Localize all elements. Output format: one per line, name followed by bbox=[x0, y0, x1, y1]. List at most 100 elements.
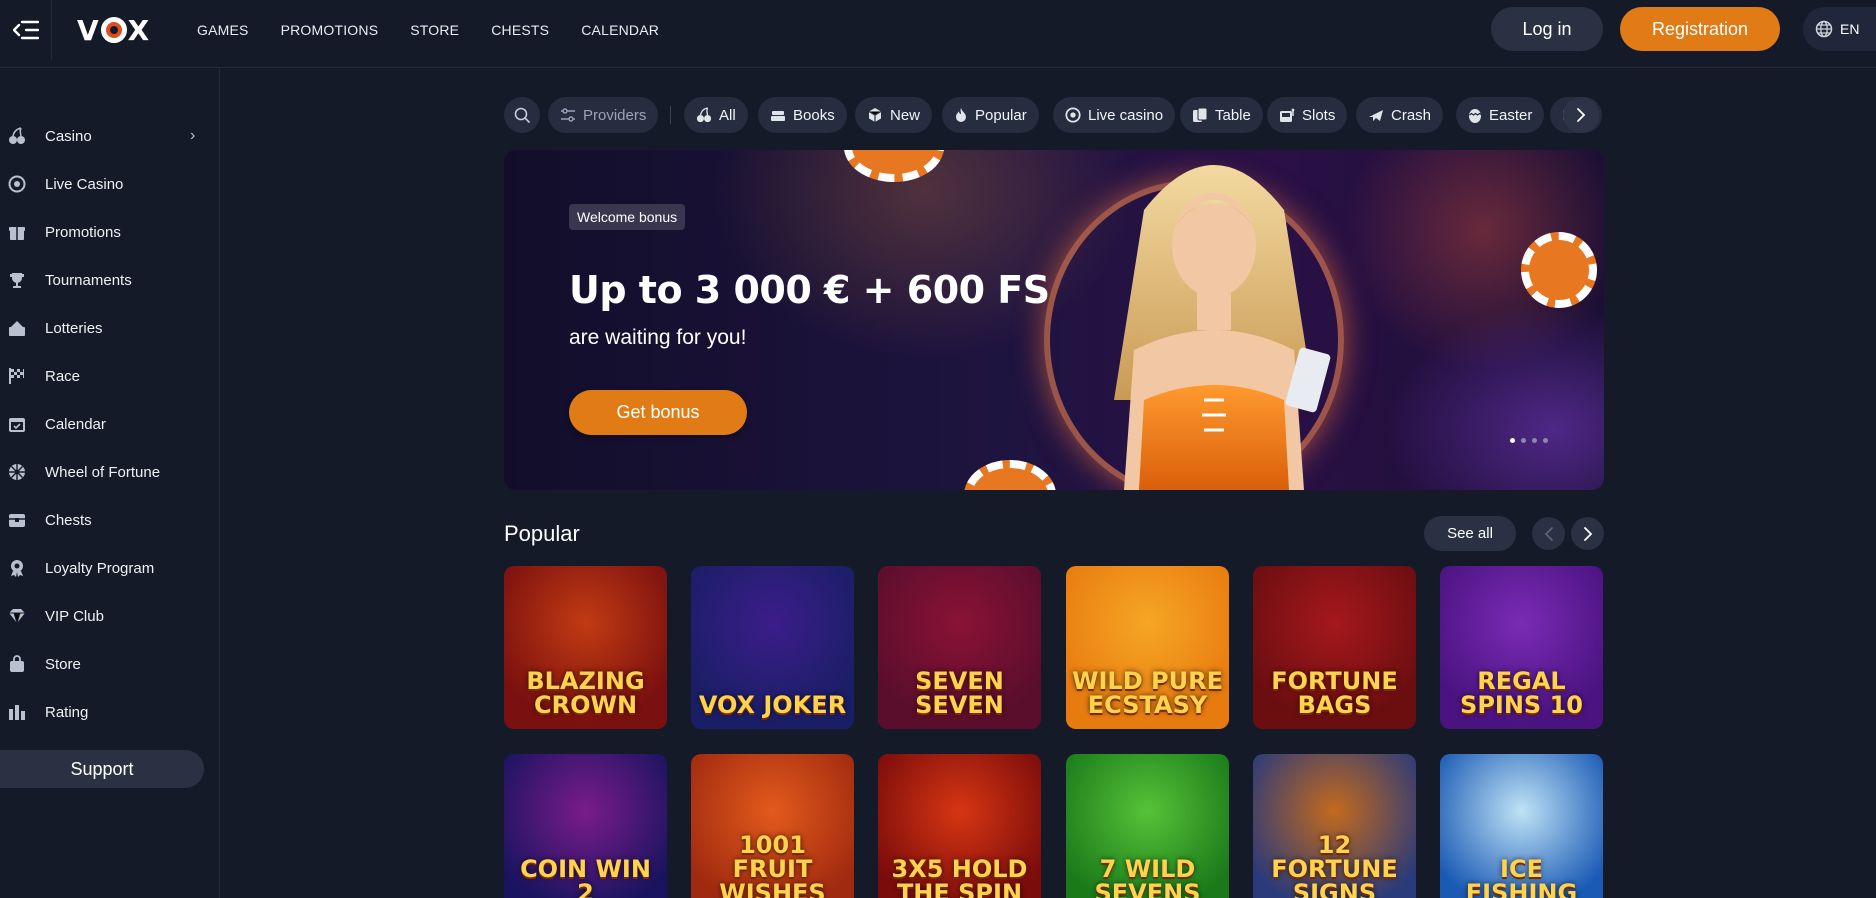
menu-toggle-button[interactable] bbox=[0, 0, 52, 60]
category-new[interactable]: New bbox=[855, 97, 933, 133]
category-crash[interactable]: Crash bbox=[1356, 97, 1444, 133]
see-all-button[interactable]: See all bbox=[1424, 516, 1516, 551]
hostess-illustration bbox=[1114, 165, 1331, 490]
carousel-dot[interactable] bbox=[1532, 438, 1537, 443]
get-bonus-button[interactable]: Get bonus bbox=[569, 390, 747, 435]
category-slots[interactable]: Slots bbox=[1267, 97, 1348, 133]
game-tile[interactable]: FORTUNE BAGS bbox=[1253, 566, 1416, 729]
sidebar-item-store[interactable]: Store bbox=[0, 644, 220, 684]
sidebar-item-lotteries[interactable]: Lotteries bbox=[0, 308, 220, 348]
game-title: BLAZING CROWN bbox=[526, 667, 645, 719]
logo-chip-icon bbox=[100, 17, 127, 43]
game-title: COIN WIN 2 bbox=[520, 855, 651, 898]
banner-title: Up to 3 000 € + 600 FS bbox=[569, 268, 1050, 312]
category-label: Crash bbox=[1391, 106, 1432, 124]
category-label: Live casino bbox=[1088, 106, 1164, 124]
main-nav: GAMES PROMOTIONS STORE CHESTS CALENDAR bbox=[197, 0, 659, 60]
game-title: SEVEN SEVEN bbox=[915, 667, 1004, 719]
sidebar-item-race[interactable]: Race bbox=[0, 356, 220, 396]
carousel-dots bbox=[1510, 438, 1548, 443]
popular-next-button[interactable] bbox=[1571, 517, 1604, 550]
category-books[interactable]: Books bbox=[758, 97, 847, 133]
game-title: 1001 FRUIT WISHES bbox=[719, 831, 826, 898]
sidebar-item-chests[interactable]: Chests bbox=[0, 500, 220, 540]
sidebar-item-wheel-of-fortune[interactable]: Wheel of Fortune bbox=[0, 452, 220, 492]
sidebar-item-label: Live Casino bbox=[45, 175, 124, 193]
category-divider bbox=[670, 106, 671, 124]
sidebar-item-casino[interactable]: Casino › bbox=[0, 116, 220, 156]
language-label: EN bbox=[1840, 21, 1860, 37]
chevron-left-icon bbox=[1544, 526, 1553, 541]
chevron-right-icon: › bbox=[190, 127, 196, 144]
casino-chip-decoration bbox=[844, 150, 944, 182]
game-tile[interactable]: BLAZING CROWN bbox=[504, 566, 667, 729]
carousel-dot[interactable] bbox=[1543, 438, 1548, 443]
game-tile[interactable]: 7 WILD SEVENS bbox=[1066, 754, 1229, 898]
category-label: Table bbox=[1215, 106, 1251, 124]
sidebar: Casino › Live Casino Promotions Tourname… bbox=[0, 68, 220, 898]
game-tile[interactable]: WILD PURE ECSTASY bbox=[1066, 566, 1229, 729]
game-tile[interactable]: 1001 FRUIT WISHES bbox=[691, 754, 854, 898]
category-all[interactable]: All bbox=[684, 97, 748, 133]
game-tile[interactable]: REGAL SPINS 10 bbox=[1440, 566, 1603, 729]
live-casino-icon bbox=[8, 175, 26, 193]
sidebar-item-label: Tournaments bbox=[45, 271, 132, 289]
banner-subtitle: are waiting for you! bbox=[569, 326, 747, 349]
login-button[interactable]: Log in bbox=[1491, 7, 1603, 51]
sidebar-item-promotions[interactable]: Promotions bbox=[0, 212, 220, 252]
game-tile[interactable]: 12 FORTUNE SIGNS bbox=[1253, 754, 1416, 898]
category-label: Easter bbox=[1489, 106, 1533, 124]
category-popular[interactable]: Popular bbox=[942, 97, 1039, 133]
logo[interactable]: VX bbox=[77, 13, 151, 47]
nav-promotions[interactable]: PROMOTIONS bbox=[281, 22, 379, 38]
category-label: All bbox=[719, 106, 736, 124]
nav-store[interactable]: STORE bbox=[410, 22, 459, 38]
search-button[interactable] bbox=[504, 97, 540, 133]
collapse-menu-icon bbox=[12, 20, 39, 40]
logo-x: X bbox=[127, 13, 151, 47]
language-selector[interactable]: EN bbox=[1803, 7, 1876, 51]
sidebar-item-calendar[interactable]: Calendar bbox=[0, 404, 220, 444]
carousel-dot[interactable] bbox=[1510, 438, 1515, 443]
sidebar-item-loyalty-program[interactable]: Loyalty Program bbox=[0, 548, 220, 588]
sidebar-item-label: Chests bbox=[45, 511, 92, 529]
game-tile[interactable]: ICE FISHING bbox=[1440, 754, 1603, 898]
popular-prev-button[interactable] bbox=[1532, 517, 1565, 550]
sidebar-item-label: Calendar bbox=[45, 415, 106, 433]
category-next-button[interactable] bbox=[1563, 97, 1599, 133]
sidebar-item-label: VIP Club bbox=[45, 607, 104, 625]
sidebar-item-label: Lotteries bbox=[45, 319, 103, 337]
sidebar-item-vip-club[interactable]: VIP Club bbox=[0, 596, 220, 636]
category-table[interactable]: Table bbox=[1180, 97, 1263, 133]
lottery-icon bbox=[8, 319, 26, 337]
sidebar-item-rating[interactable]: Rating bbox=[0, 692, 220, 732]
support-button[interactable]: Support bbox=[0, 750, 204, 788]
sidebar-item-live-casino[interactable]: Live Casino bbox=[0, 164, 220, 204]
store-bag-icon bbox=[8, 655, 26, 673]
globe-icon bbox=[1815, 20, 1833, 38]
game-tile[interactable]: 3X5 HOLD THE SPIN bbox=[878, 754, 1041, 898]
game-tile[interactable]: SEVEN SEVEN bbox=[878, 566, 1041, 729]
section-title-popular: Popular bbox=[504, 521, 580, 546]
books-icon bbox=[771, 111, 785, 121]
game-title: 7 WILD SEVENS bbox=[1094, 855, 1201, 898]
nav-chests[interactable]: CHESTS bbox=[491, 22, 549, 38]
top-header: VX GAMES PROMOTIONS STORE CHESTS CALENDA… bbox=[0, 0, 1876, 68]
sidebar-item-label: Rating bbox=[45, 703, 89, 721]
game-title: REGAL SPINS 10 bbox=[1460, 667, 1583, 719]
promo-banner[interactable]: Welcome bonus Up to 3 000 € + 600 FS are… bbox=[504, 150, 1604, 490]
game-title: FORTUNE BAGS bbox=[1271, 667, 1398, 719]
sidebar-item-tournaments[interactable]: Tournaments bbox=[0, 260, 220, 300]
category-bar: Providers All Books New Popular Live cas… bbox=[504, 97, 1604, 133]
game-tile[interactable]: COIN WIN 2 bbox=[504, 754, 667, 898]
carousel-dot[interactable] bbox=[1521, 438, 1526, 443]
game-title: 12 FORTUNE SIGNS bbox=[1271, 831, 1398, 898]
nav-games[interactable]: GAMES bbox=[197, 22, 249, 38]
category-easter[interactable]: Easter bbox=[1456, 97, 1545, 133]
nav-calendar[interactable]: CALENDAR bbox=[581, 22, 659, 38]
registration-button[interactable]: Registration bbox=[1620, 7, 1780, 51]
game-tile[interactable]: VOX JOKER bbox=[691, 566, 854, 729]
category-live-casino[interactable]: Live casino bbox=[1053, 97, 1176, 133]
chevron-right-icon bbox=[1577, 108, 1586, 122]
providers-button[interactable]: Providers bbox=[548, 97, 659, 133]
